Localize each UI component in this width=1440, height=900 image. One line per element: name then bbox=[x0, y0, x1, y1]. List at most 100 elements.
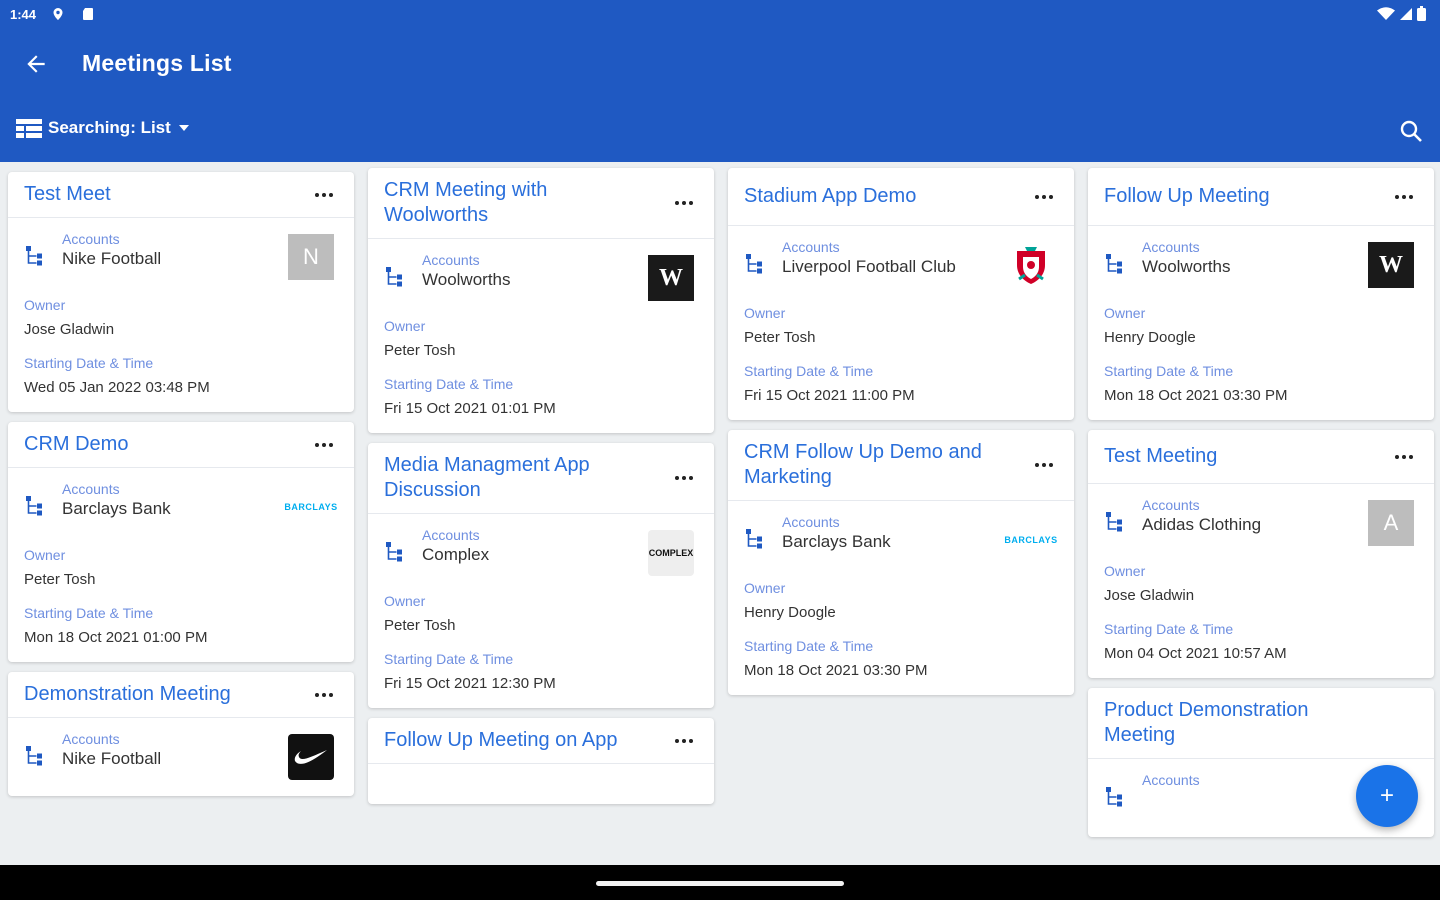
meetings-board: Test Meet Accounts Nike Football N Owner… bbox=[0, 162, 1440, 865]
meeting-card[interactable]: CRM Demo Accounts Barclays Bank BARCLAYS… bbox=[8, 422, 354, 662]
card-body: Accounts Liverpool Football Club Owner P… bbox=[728, 226, 1074, 420]
meeting-title[interactable]: Follow Up Meeting bbox=[1104, 184, 1270, 209]
owner-value: Peter Tosh bbox=[384, 342, 456, 359]
start-field: Starting Date & Time Mon 18 Oct 2021 01:… bbox=[24, 604, 338, 648]
home-gesture-handle[interactable] bbox=[596, 881, 844, 886]
meeting-card[interactable]: Media Managment App Discussion Accounts … bbox=[368, 443, 714, 708]
meeting-title[interactable]: CRM Follow Up Demo and Marketing bbox=[744, 440, 984, 490]
signal-icon bbox=[1400, 7, 1412, 20]
hierarchy-icon bbox=[26, 746, 42, 766]
more-options-button[interactable] bbox=[308, 435, 340, 455]
start-field: Starting Date & Time Mon 18 Oct 2021 03:… bbox=[744, 637, 1058, 681]
page-title: Meetings List bbox=[82, 50, 232, 76]
owner-field: Owner Peter Tosh bbox=[24, 546, 338, 590]
owner-label: Owner bbox=[744, 305, 786, 321]
column-2: CRM Meeting with Woolworths Accounts Woo… bbox=[368, 168, 714, 814]
meeting-card[interactable]: Follow Up Meeting on App bbox=[368, 718, 714, 804]
nike-swoosh-icon bbox=[288, 734, 334, 780]
meeting-title[interactable]: Test Meet bbox=[24, 182, 111, 207]
back-button[interactable] bbox=[20, 48, 52, 80]
start-field: Starting Date & Time Fri 15 Oct 2021 12:… bbox=[384, 650, 698, 694]
owner-label: Owner bbox=[1104, 563, 1146, 579]
more-options-button[interactable] bbox=[668, 468, 700, 488]
meeting-title[interactable]: Media Managment App Discussion bbox=[384, 453, 654, 503]
owner-field: Owner Henry Doogle bbox=[1104, 304, 1418, 348]
liverpool-crest-icon bbox=[1008, 242, 1054, 288]
meeting-card[interactable]: Demonstration Meeting Accounts Nike Foot… bbox=[8, 672, 354, 796]
wifi-icon bbox=[1377, 6, 1395, 20]
start-label: Starting Date & Time bbox=[24, 605, 154, 621]
more-options-button[interactable] bbox=[668, 193, 700, 213]
start-label: Starting Date & Time bbox=[1104, 363, 1234, 379]
meeting-card[interactable]: CRM Follow Up Demo and Marketing Account… bbox=[728, 430, 1074, 695]
owner-field: Owner Jose Gladwin bbox=[1104, 562, 1418, 606]
meeting-title[interactable]: Product Demonstration Meeting bbox=[1104, 698, 1374, 748]
caret-down-icon bbox=[178, 125, 189, 131]
more-options-button[interactable] bbox=[1388, 187, 1420, 207]
more-options-button[interactable] bbox=[308, 685, 340, 705]
card-body: Accounts Nike Football bbox=[8, 718, 354, 796]
list-view-icon bbox=[16, 119, 42, 138]
meeting-title[interactable]: Follow Up Meeting on App bbox=[384, 728, 617, 753]
account-row: Accounts Liverpool Football Club bbox=[744, 238, 1058, 290]
meeting-title[interactable]: CRM Demo bbox=[24, 432, 128, 457]
card-header: Stadium App Demo bbox=[728, 168, 1074, 226]
owner-label: Owner bbox=[384, 318, 426, 334]
owner-value: Jose Gladwin bbox=[24, 321, 115, 338]
more-options-button[interactable] bbox=[1388, 447, 1420, 467]
complex-logo: COMPLEX bbox=[648, 530, 694, 576]
arrow-left-icon bbox=[27, 55, 45, 73]
meeting-card[interactable]: Test Meet Accounts Nike Football N Owner… bbox=[8, 172, 354, 412]
start-label: Starting Date & Time bbox=[1104, 621, 1234, 637]
meeting-title[interactable]: CRM Meeting with Woolworths bbox=[384, 178, 654, 228]
more-options-button[interactable] bbox=[308, 185, 340, 205]
account-row: Accounts Barclays Bank BARCLAYS bbox=[24, 480, 338, 532]
card-header: Test Meet bbox=[8, 172, 354, 218]
start-label: Starting Date & Time bbox=[384, 651, 514, 667]
owner-value: Henry Doogle bbox=[1104, 329, 1196, 346]
add-meeting-button[interactable]: + bbox=[1356, 765, 1418, 827]
meeting-card[interactable]: CRM Meeting with Woolworths Accounts Woo… bbox=[368, 168, 714, 433]
hierarchy-icon bbox=[386, 542, 402, 562]
more-options-button[interactable] bbox=[1028, 455, 1060, 475]
card-header: Follow Up Meeting on App bbox=[368, 718, 714, 764]
meeting-title[interactable]: Test Meeting bbox=[1104, 444, 1217, 469]
card-body: Accounts Adidas Clothing A Owner Jose Gl… bbox=[1088, 484, 1434, 678]
account-row: Accounts Barclays Bank BARCLAYS bbox=[744, 513, 1058, 565]
search-button[interactable] bbox=[1396, 116, 1426, 146]
more-options-button[interactable] bbox=[668, 731, 700, 751]
account-name: Liverpool Football Club bbox=[782, 257, 956, 276]
location-icon bbox=[53, 8, 63, 20]
account-row: Accounts Complex COMPLEX bbox=[384, 526, 698, 578]
column-4: Follow Up Meeting Accounts Woolworths W … bbox=[1088, 168, 1434, 847]
start-label: Starting Date & Time bbox=[24, 355, 154, 371]
battery-icon bbox=[1417, 6, 1426, 21]
card-header: Demonstration Meeting bbox=[8, 672, 354, 718]
card-body: Accounts Woolworths W Owner Peter Tosh S… bbox=[368, 239, 714, 433]
status-bar: 1:44 bbox=[0, 0, 1440, 30]
account-logo: N bbox=[288, 234, 334, 280]
start-field: Starting Date & Time Wed 05 Jan 2022 03:… bbox=[24, 354, 338, 398]
barclays-logo: BARCLAYS bbox=[284, 502, 338, 512]
meeting-title[interactable]: Demonstration Meeting bbox=[24, 682, 231, 707]
owner-label: Owner bbox=[1104, 305, 1146, 321]
owner-field: Owner Peter Tosh bbox=[384, 317, 698, 361]
meeting-card[interactable]: Stadium App Demo Accounts Liverpool Foot… bbox=[728, 168, 1074, 420]
owner-value: Henry Doogle bbox=[744, 604, 836, 621]
start-value: Fri 15 Oct 2021 11:00 PM bbox=[744, 387, 915, 404]
card-body: Accounts Complex COMPLEX Owner Peter Tos… bbox=[368, 514, 714, 708]
account-row: Accounts Nike Football N bbox=[24, 230, 338, 282]
hierarchy-icon bbox=[746, 529, 762, 549]
start-value: Mon 04 Oct 2021 10:57 AM bbox=[1104, 645, 1287, 662]
more-options-button[interactable] bbox=[1028, 187, 1060, 207]
start-value: Mon 18 Oct 2021 03:30 PM bbox=[1104, 387, 1288, 404]
meeting-title[interactable]: Stadium App Demo bbox=[744, 184, 916, 209]
hierarchy-icon bbox=[1106, 512, 1122, 532]
meeting-card[interactable]: Test Meeting Accounts Adidas Clothing A … bbox=[1088, 430, 1434, 678]
meeting-card[interactable]: Follow Up Meeting Accounts Woolworths W … bbox=[1088, 168, 1434, 420]
search-mode-dropdown[interactable]: Searching: List bbox=[16, 118, 191, 138]
hierarchy-icon bbox=[1106, 254, 1122, 274]
owner-value: Peter Tosh bbox=[384, 617, 456, 634]
card-body: Accounts Barclays Bank BARCLAYS Owner He… bbox=[728, 501, 1074, 695]
owner-label: Owner bbox=[24, 297, 66, 313]
